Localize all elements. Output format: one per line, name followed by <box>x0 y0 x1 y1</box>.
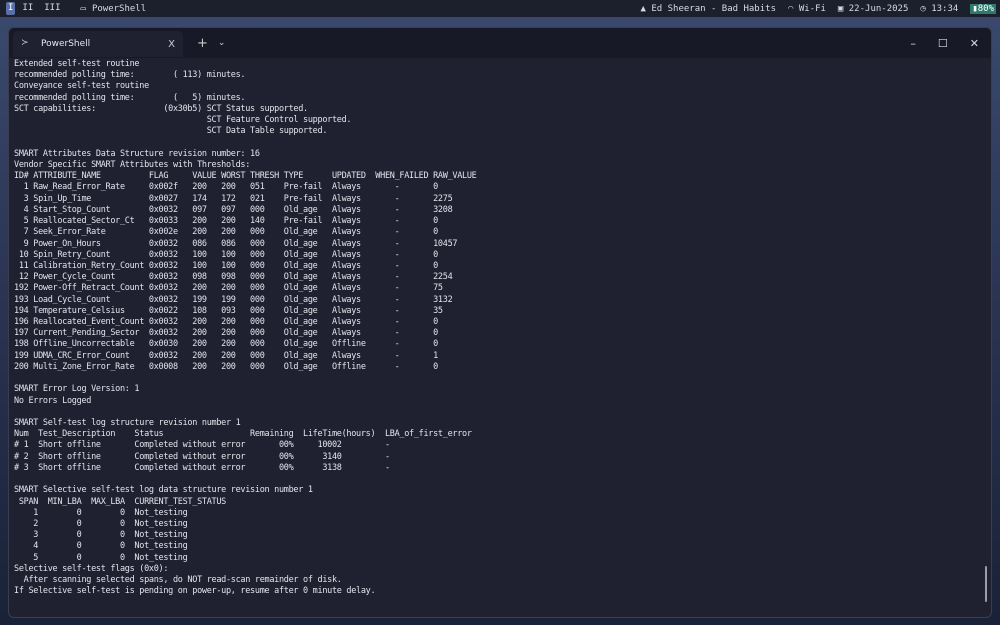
terminal-line: 1 Raw_Read_Error_Rate 0x002f 200 200 051… <box>14 182 439 193</box>
terminal-icon: ▭ <box>80 3 86 14</box>
music-title: Ed Sheeran - Bad Habits <box>651 3 776 14</box>
terminal-output[interactable]: Extended self-test routine recommended po… <box>14 59 477 598</box>
terminal-line: Extended self-test routine <box>14 59 140 69</box>
tab-powershell[interactable]: ≻ PowerShell X <box>13 31 183 57</box>
terminal-line: After scanning selected spans, do NOT re… <box>14 575 342 586</box>
terminal-line: 197 Current_Pending_Sector 0x0032 200 20… <box>14 328 438 339</box>
terminal-line: 5 Reallocated_Sector_Ct 0x0033 200 200 1… <box>14 216 439 227</box>
terminal-line: # 3 Short offline Completed without erro… <box>14 462 390 473</box>
terminal-line: If Selective self-test is pending on pow… <box>14 586 376 597</box>
tab-bar: ≻ PowerShell X + ⌄ – ☐ ✕ <box>9 28 991 58</box>
terminal-line: 9 Power_On_Hours 0x0032 086 086 000 Old_… <box>14 238 458 249</box>
terminal-line: 192 Power-Off_Retract_Count 0x0032 200 2… <box>14 283 443 294</box>
terminal-line: 193 Load_Cycle_Count 0x0032 199 199 000 … <box>14 294 453 305</box>
terminal-line: 11 Calibration_Retry_Count 0x0032 100 10… <box>14 260 438 271</box>
terminal-line: 1 0 0 Not_testing <box>14 507 188 518</box>
terminal-line: 7 Seek_Error_Rate 0x002e 200 200 000 Old… <box>14 227 439 238</box>
calendar-icon: ▣ <box>837 3 844 14</box>
close-window-button[interactable]: ✕ <box>970 37 979 50</box>
tab-close-button[interactable]: X <box>168 39 175 50</box>
terminal-line: 3 Spin_Up_Time 0x0027 174 172 021 Pre-fa… <box>14 193 453 204</box>
terminal-line: Selective self-test flags (0x0): <box>14 563 169 574</box>
workspace-3[interactable]: III <box>40 2 64 15</box>
terminal-line: ID# ATTRIBUTE_NAME FLAG VALUE WORST THRE… <box>14 171 477 182</box>
terminal-line: 199 UDMA_CRC_Error_Count 0x0032 200 200 … <box>14 350 438 361</box>
terminal-line: Vendor Specific SMART Attributes with Th… <box>14 159 251 170</box>
terminal-line: SCT Data Table supported. <box>14 126 328 137</box>
date-label: 22-Jun-2025 <box>848 3 909 14</box>
wifi-label: Wi-Fi <box>798 3 826 14</box>
new-tab-button[interactable]: + <box>197 36 208 51</box>
tab-title: PowerShell <box>41 39 91 49</box>
battery-widget: ▮80% <box>970 3 996 14</box>
terminal-line: SCT capabilities: (0x30b5) SCT Status su… <box>14 103 308 114</box>
terminal-line: SMART Self-test log structure revision n… <box>14 418 241 428</box>
terminal-line: Num Test_Description Status Remaining Li… <box>14 429 472 440</box>
music-icon: ▲ <box>640 3 646 14</box>
workspace-2[interactable]: II <box>18 2 37 15</box>
terminal-line: SMART Error Log Version: 1 <box>14 384 140 395</box>
tab-dropdown-button[interactable]: ⌄ <box>218 38 226 48</box>
powershell-icon: ≻ <box>21 38 29 48</box>
terminal-line: 12 Power_Cycle_Count 0x0032 098 098 000 … <box>14 272 453 283</box>
terminal-line: 4 Start_Stop_Count 0x0032 097 097 000 Ol… <box>14 204 453 215</box>
date-widget: ▣ 22-Jun-2025 <box>838 4 908 14</box>
terminal-line: SMART Selective self-test log data struc… <box>14 485 313 496</box>
terminal-line: 198 Offline_Uncorrectable 0x0030 200 200… <box>14 339 438 350</box>
terminal-line: 5 0 0 Not_testing <box>14 552 188 563</box>
terminal-line: 3 0 0 Not_testing <box>14 530 188 541</box>
terminal-line: 194 Temperature_Celsius 0x0022 108 093 0… <box>14 305 443 316</box>
scrollbar-thumb[interactable] <box>985 566 987 602</box>
terminal-line: 4 0 0 Not_testing <box>14 541 188 552</box>
active-window-title: ▭ PowerShell <box>81 4 147 14</box>
music-widget[interactable]: ▲ Ed Sheeran - Bad Habits <box>641 4 776 14</box>
top-status-bar: I II III ▭ PowerShell ▲ Ed Sheeran - Bad … <box>0 0 1000 17</box>
active-app-label: PowerShell <box>91 3 147 14</box>
terminal-line: 196 Reallocated_Event_Count 0x0032 200 2… <box>14 317 438 328</box>
terminal-line: # 1 Short offline Completed without erro… <box>14 440 390 451</box>
terminal-line: 200 Multi_Zone_Error_Rate 0x0008 200 200… <box>14 361 438 372</box>
terminal-line: # 2 Short offline Completed without erro… <box>14 451 390 462</box>
clock-icon: ◷ <box>920 3 926 14</box>
terminal-line: 2 0 0 Not_testing <box>14 518 188 529</box>
terminal-line: SCT Feature Control supported. <box>14 115 352 126</box>
terminal-line: recommended polling time: ( 5) minutes. <box>14 92 246 103</box>
terminal-line: recommended polling time: ( 113) minutes… <box>14 70 246 81</box>
clock-widget: ◷ 13:34 <box>920 4 958 14</box>
terminal-line: 10 Spin_Retry_Count 0x0032 100 100 000 O… <box>14 249 438 260</box>
time-label: 13:34 <box>931 3 959 14</box>
workspace-1[interactable]: I <box>6 2 16 15</box>
terminal-line: Conveyance self-test routine <box>14 81 149 92</box>
terminal-line: SPAN MIN_LBA MAX_LBA CURRENT_TEST_STATUS <box>14 496 226 507</box>
battery-label: 80% <box>977 3 994 14</box>
terminal-window: ≻ PowerShell X + ⌄ – ☐ ✕ Extended self-t… <box>8 27 992 618</box>
terminal-line: SMART Attributes Data Structure revision… <box>14 148 260 159</box>
wifi-icon: ◠ <box>787 3 794 14</box>
terminal-line: No Errors Logged <box>14 395 92 406</box>
wifi-widget[interactable]: ◠ Wi-Fi <box>788 4 826 14</box>
maximize-button[interactable]: ☐ <box>938 37 948 50</box>
minimize-button[interactable]: – <box>910 37 916 50</box>
